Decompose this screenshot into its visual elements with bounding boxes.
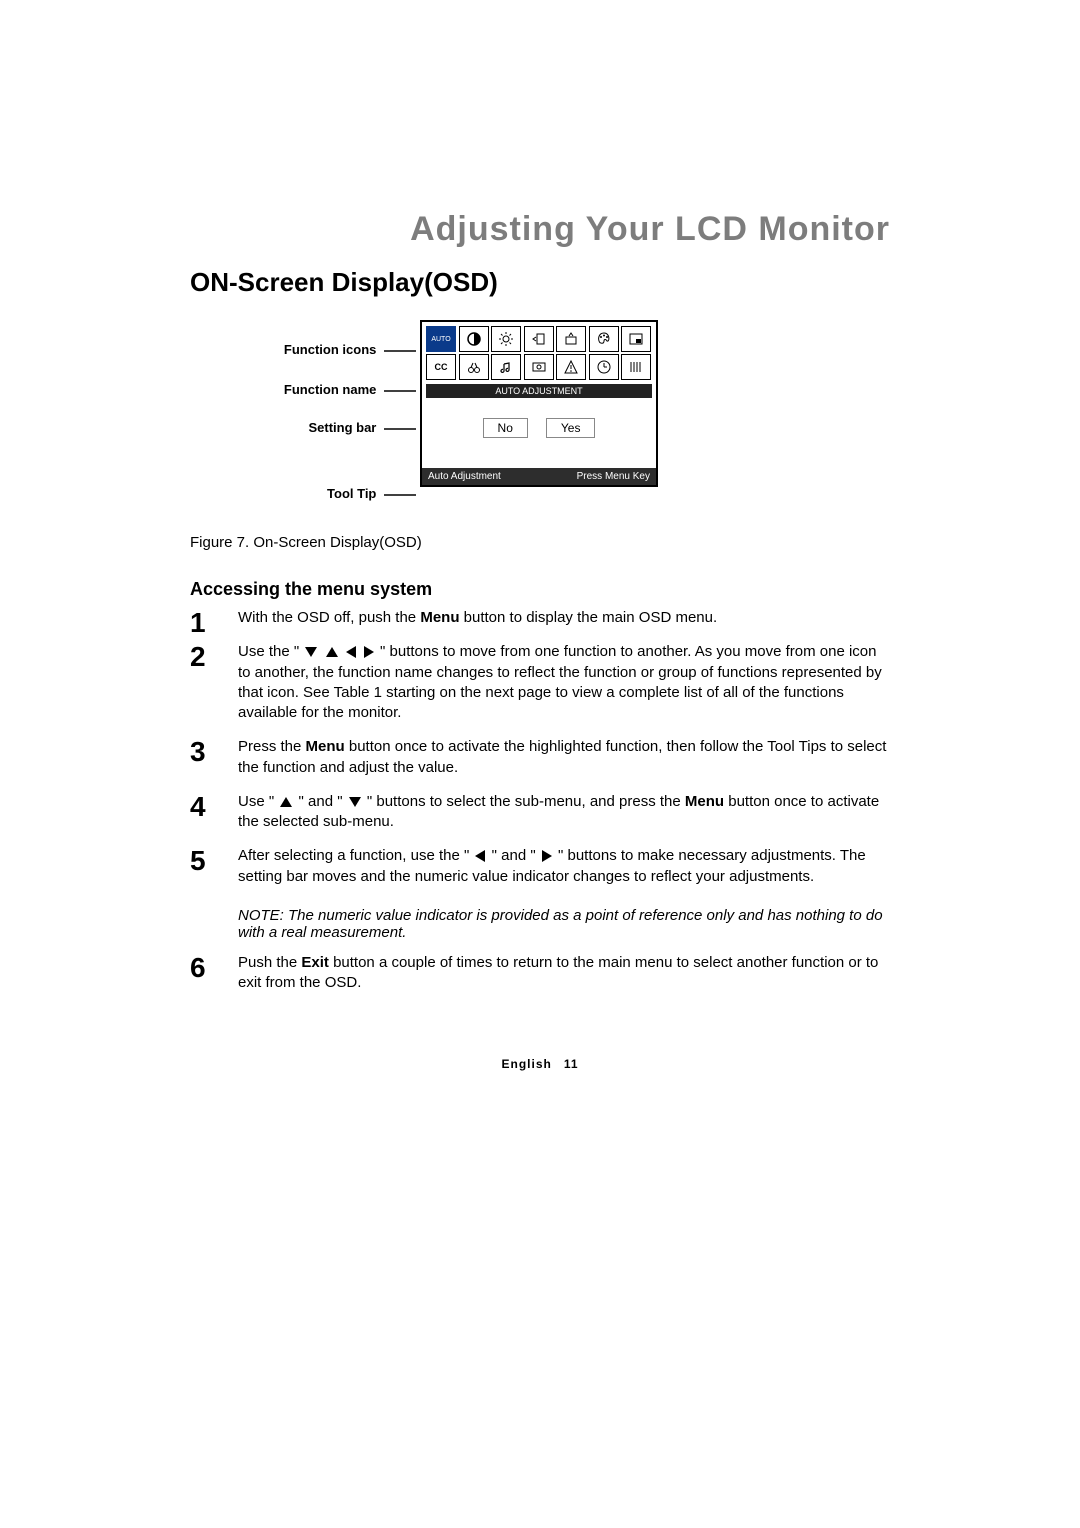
- osd-panel: AUTO CC AUTO ADJUSTMENT No Yes: [420, 320, 658, 487]
- osd-icon-auto: AUTO: [426, 326, 456, 352]
- osd-icon-warning: [556, 354, 586, 380]
- steps-list: With the OSD off, push the Menu button t…: [190, 608, 890, 901]
- osd-option-no: No: [483, 418, 528, 438]
- subheading: Accessing the menu system: [190, 579, 890, 600]
- step-5: After selecting a function, use the " " …: [190, 846, 890, 901]
- right-triangle-icon: [364, 646, 374, 658]
- osd-icon-pip: [621, 326, 651, 352]
- osd-icon-clock: [589, 354, 619, 380]
- down-triangle-icon: [305, 647, 317, 657]
- osd-icon-color: [589, 326, 619, 352]
- label-setting-bar: Setting bar: [308, 420, 376, 435]
- label-function-icons: Function icons: [284, 342, 376, 357]
- step-3: Press the Menu button once to activate t…: [190, 737, 890, 792]
- note: NOTE: The numeric value indicator is pro…: [190, 901, 890, 953]
- step-6: Push the Exit button a couple of times t…: [190, 953, 890, 1008]
- chapter-title: Adjusting Your LCD Monitor: [190, 210, 890, 249]
- step-1: With the OSD off, push the Menu button t…: [190, 608, 890, 642]
- figure-osd: Function icons Function name Setting bar…: [190, 320, 890, 520]
- osd-tooltip: Auto Adjustment Press Menu Key: [422, 468, 656, 485]
- left-triangle-icon: [346, 646, 356, 658]
- section-title: ON-Screen Display(OSD): [190, 267, 890, 298]
- osd-option-yes: Yes: [546, 418, 596, 438]
- label-function-name: Function name: [284, 382, 376, 397]
- osd-icon-brightness: [491, 326, 521, 352]
- step-2: Use the " " buttons to move from one fun…: [190, 642, 890, 737]
- osd-icon-phase: [621, 354, 651, 380]
- label-tool-tip: Tool Tip: [327, 486, 376, 501]
- figure-caption: Figure 7. On-Screen Display(OSD): [190, 534, 890, 551]
- osd-function-name: AUTO ADJUSTMENT: [426, 384, 652, 398]
- step-4: Use " " and " " buttons to select the su…: [190, 792, 890, 847]
- osd-icon-source: [524, 354, 554, 380]
- left-triangle-icon: [475, 850, 485, 862]
- osd-icon-hposition: [524, 326, 554, 352]
- osd-setting-bar: No Yes: [422, 398, 656, 468]
- osd-icon-audio: [491, 354, 521, 380]
- page-footer: English11: [190, 1057, 890, 1071]
- osd-icon-vposition: [556, 326, 586, 352]
- up-triangle-icon: [326, 647, 338, 657]
- osd-icon-cc: CC: [426, 354, 456, 380]
- osd-icon-contrast: [459, 326, 489, 352]
- up-triangle-icon: [280, 797, 292, 807]
- down-triangle-icon: [349, 797, 361, 807]
- osd-icon-sharpness: [459, 354, 489, 380]
- right-triangle-icon: [542, 850, 552, 862]
